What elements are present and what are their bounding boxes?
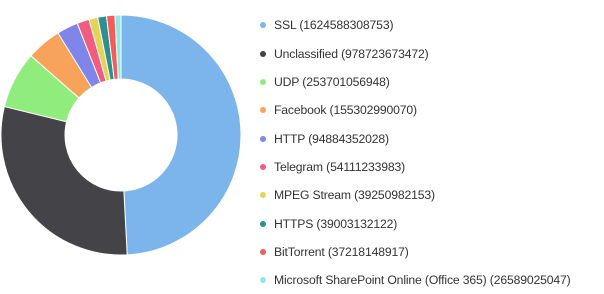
legend-label: BitTorrent (37218148917) — [274, 244, 409, 259]
legend-marker-icon — [260, 163, 266, 170]
legend-marker-icon — [260, 22, 266, 29]
legend-marker-icon — [260, 192, 266, 199]
donut-chart-plot — [0, 14, 242, 256]
donut-chart: SSL (1624588308753) Unclassified (9787236… — [0, 0, 604, 287]
legend-item[interactable]: Unclassified (978723673472) — [258, 39, 571, 67]
legend-label: MPEG Stream (39250982153) — [274, 188, 435, 203]
legend-label: Facebook (155302990070) — [274, 103, 417, 118]
legend-item[interactable]: Telegram (54111233983) — [258, 153, 571, 181]
legend-label: Telegram (54111233983) — [274, 159, 406, 174]
legend-label: HTTP (94884352028) — [274, 131, 389, 146]
legend-item[interactable]: SSL (1624588308753) — [258, 11, 571, 39]
donut-slice-unclassified[interactable] — [0, 106, 128, 256]
legend-marker-icon — [260, 50, 266, 57]
legend-item[interactable]: MPEG Stream (39250982153) — [258, 181, 571, 209]
legend-marker-icon — [260, 107, 266, 114]
legend-label: SSL (1624588308753) — [274, 18, 394, 33]
legend-marker-icon — [260, 78, 266, 85]
legend-item[interactable]: HTTPS (39003132122) — [258, 209, 571, 237]
legend-item[interactable]: HTTP (94884352028) — [258, 124, 571, 152]
legend-item[interactable]: UDP (253701056948) — [258, 68, 571, 96]
legend-marker-icon — [260, 220, 266, 227]
legend-marker-icon — [260, 135, 266, 142]
legend-label: Unclassified (978723673472) — [274, 46, 429, 61]
donut-slice-ssl[interactable] — [120, 14, 242, 256]
legend-label: UDP (253701056948) — [274, 74, 390, 89]
legend-item[interactable]: BitTorrent (37218148917) — [258, 238, 571, 266]
legend-label: HTTPS (39003132122) — [274, 216, 398, 231]
legend-marker-icon — [260, 277, 266, 284]
legend-label: Microsoft SharePoint Online (Office 365)… — [274, 273, 571, 288]
chart-legend: SSL (1624588308753) Unclassified (9787236… — [258, 11, 571, 294]
legend-marker-icon — [260, 248, 266, 255]
legend-item[interactable]: Facebook (155302990070) — [258, 96, 571, 124]
legend-item[interactable]: Microsoft SharePoint Online (Office 365)… — [258, 266, 571, 294]
